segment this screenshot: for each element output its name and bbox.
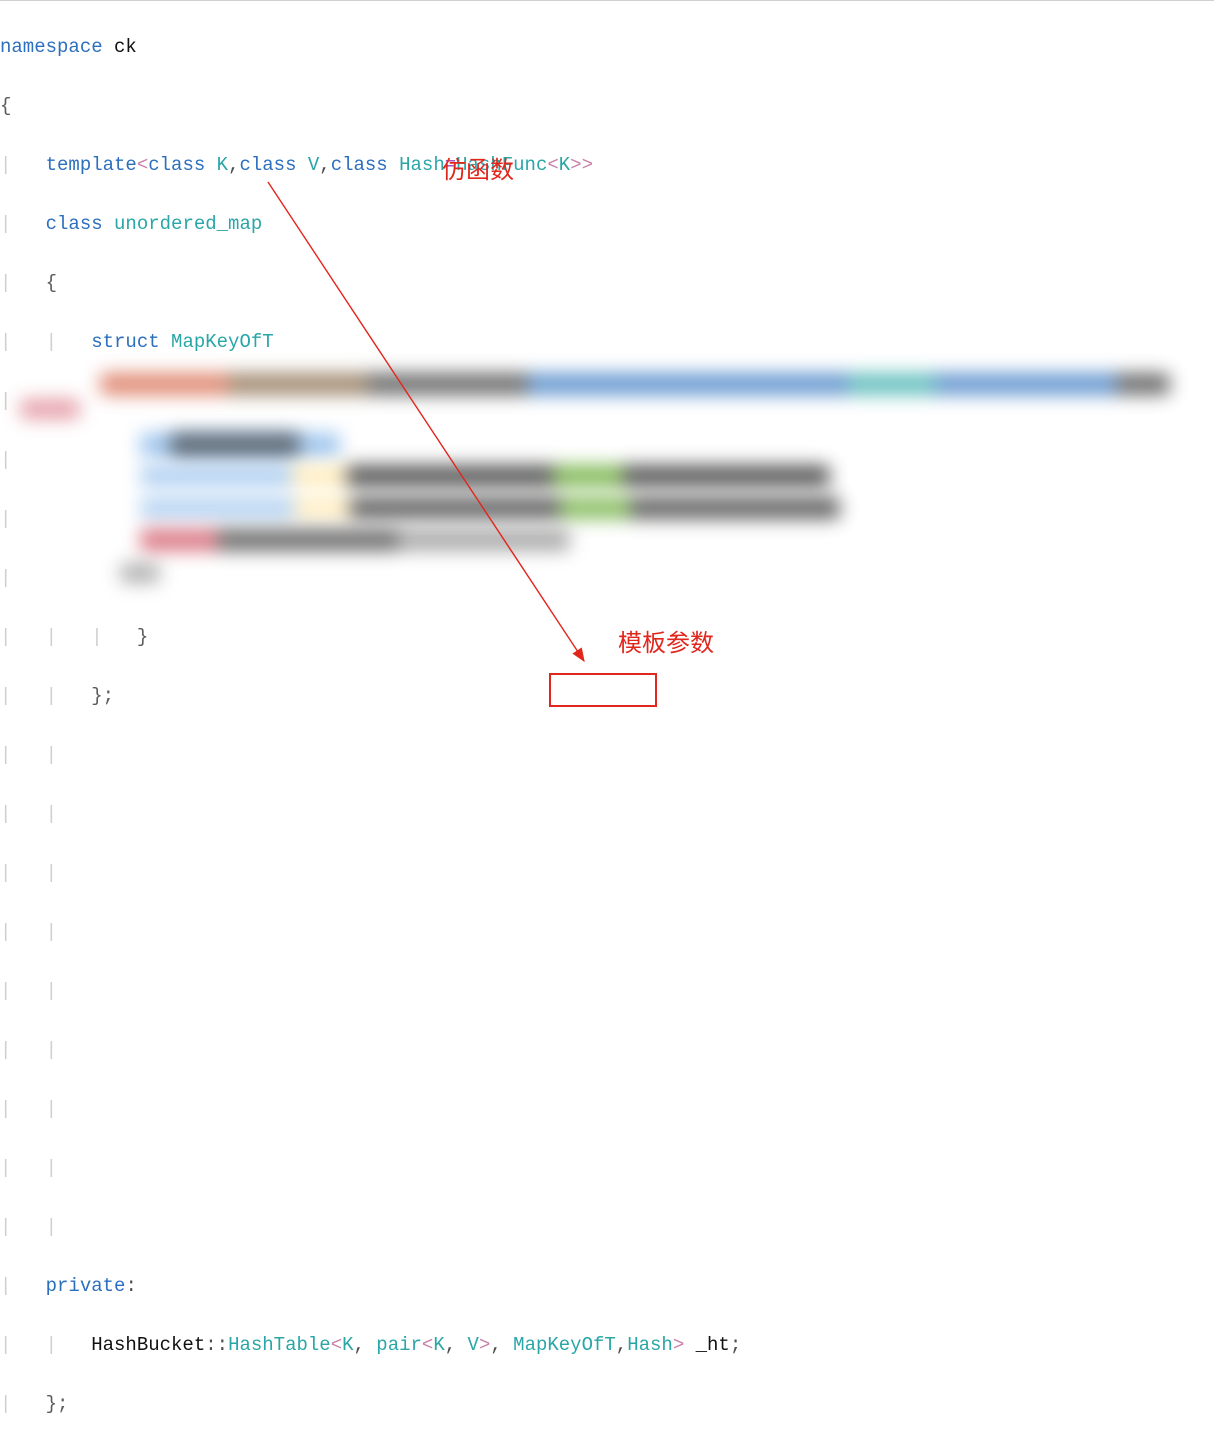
angle: >	[479, 1334, 490, 1356]
semicolon: ;	[730, 1334, 741, 1356]
scope: ::	[205, 1334, 228, 1356]
type-Hash: Hash	[399, 154, 445, 176]
kw-class: class	[331, 154, 388, 176]
type-K: K	[342, 1334, 353, 1356]
type-Hash: Hash	[627, 1334, 673, 1356]
type-MapKeyOfT: MapKeyOfT	[502, 1334, 616, 1356]
angle: <	[422, 1334, 433, 1356]
type-pair: pair	[365, 1334, 422, 1356]
brace-open: {	[46, 272, 57, 294]
kw-struct: struct	[91, 331, 159, 353]
angle: >>	[570, 154, 593, 176]
comma: ,	[616, 1334, 627, 1356]
angle: <	[331, 1334, 342, 1356]
kw-class: class	[46, 213, 103, 235]
struct-close: };	[91, 685, 114, 707]
comma: ,	[354, 1334, 365, 1356]
ns-name: ck	[114, 36, 137, 58]
comma: ,	[445, 1334, 456, 1356]
kw-namespace: namespace	[0, 36, 103, 58]
comma: ,	[228, 154, 239, 176]
var-ht: _ht	[684, 1334, 730, 1356]
type-MapKeyOfT: MapKeyOfT	[171, 331, 274, 353]
type-K: K	[217, 154, 228, 176]
comma: ,	[319, 154, 330, 176]
highlight-box	[549, 673, 657, 707]
code-block: namespace ck { | template<class K,class …	[0, 1, 1214, 1449]
kw-template: template	[46, 154, 137, 176]
blurred-region	[20, 363, 1210, 618]
type-unordered_map: unordered_map	[114, 213, 262, 235]
angle: >	[673, 1334, 684, 1356]
angle: <	[547, 154, 558, 176]
ns-HashBucket: HashBucket	[91, 1334, 205, 1356]
brace-open: {	[0, 95, 11, 117]
annotation-template-param: 模板参数	[618, 629, 714, 659]
type-V: V	[456, 1334, 479, 1356]
type-HashTable: HashTable	[228, 1334, 331, 1356]
kw-class: class	[148, 154, 205, 176]
angle: <	[137, 154, 148, 176]
comma: ,	[490, 1334, 501, 1356]
annotation-functor: 仿函数	[442, 156, 514, 186]
type-K: K	[433, 1334, 444, 1356]
kw-private: private	[46, 1275, 126, 1297]
type-K: K	[559, 154, 570, 176]
colon: :	[125, 1275, 136, 1297]
brace-close: }	[137, 626, 148, 648]
class-close: };	[46, 1393, 69, 1415]
type-V: V	[308, 154, 319, 176]
kw-class: class	[239, 154, 296, 176]
